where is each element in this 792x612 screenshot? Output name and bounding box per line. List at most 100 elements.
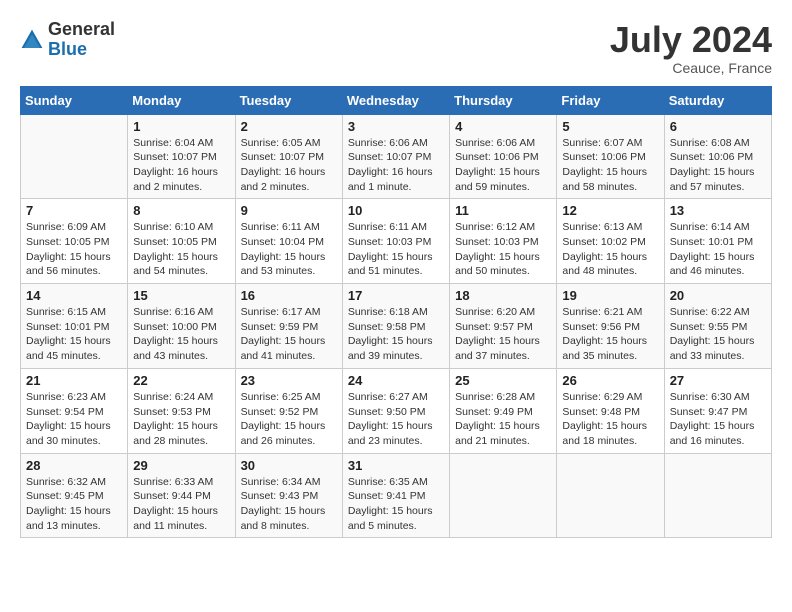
calendar-cell — [450, 453, 557, 538]
calendar-cell — [557, 453, 664, 538]
calendar-cell — [664, 453, 771, 538]
day-number: 2 — [241, 119, 337, 134]
logo-text: General Blue — [48, 20, 115, 60]
day-info: Sunrise: 6:24 AMSunset: 9:53 PMDaylight:… — [133, 390, 229, 449]
weekday-header-monday: Monday — [128, 86, 235, 114]
day-info: Sunrise: 6:25 AMSunset: 9:52 PMDaylight:… — [241, 390, 337, 449]
day-info: Sunrise: 6:35 AMSunset: 9:41 PMDaylight:… — [348, 475, 444, 534]
day-number: 26 — [562, 373, 658, 388]
day-number: 30 — [241, 458, 337, 473]
calendar-cell: 29 Sunrise: 6:33 AMSunset: 9:44 PMDayligh… — [128, 453, 235, 538]
calendar-cell: 15 Sunrise: 6:16 AMSunset: 10:00 PMDaylig… — [128, 284, 235, 369]
calendar-cell: 3Sunrise: 6:06 AMSunset: 10:07 PMDayligh… — [342, 114, 449, 199]
calendar-cell: 2Sunrise: 6:05 AMSunset: 10:07 PMDayligh… — [235, 114, 342, 199]
day-number: 1 — [133, 119, 229, 134]
calendar-cell: 13 Sunrise: 6:14 AMSunset: 10:01 PMDaylig… — [664, 199, 771, 284]
calendar-cell — [21, 114, 128, 199]
calendar-week-row: 7Sunrise: 6:09 AMSunset: 10:05 PMDayligh… — [21, 199, 772, 284]
day-number: 24 — [348, 373, 444, 388]
calendar-cell: 11 Sunrise: 6:12 AMSunset: 10:03 PMDaylig… — [450, 199, 557, 284]
day-info: Sunrise: 6:22 AMSunset: 9:55 PMDaylight:… — [670, 305, 766, 364]
day-info: Sunrise: 6:15 AMSunset: 10:01 PMDaylight… — [26, 305, 122, 364]
weekday-header-wednesday: Wednesday — [342, 86, 449, 114]
day-number: 29 — [133, 458, 229, 473]
calendar-cell: 17 Sunrise: 6:18 AMSunset: 9:58 PMDayligh… — [342, 284, 449, 369]
day-number: 28 — [26, 458, 122, 473]
day-info: Sunrise: 6:18 AMSunset: 9:58 PMDaylight:… — [348, 305, 444, 364]
location-label: Ceauce, France — [610, 60, 772, 76]
day-info: Sunrise: 6:11 AMSunset: 10:04 PMDaylight… — [241, 220, 337, 279]
calendar-cell: 28 Sunrise: 6:32 AMSunset: 9:45 PMDayligh… — [21, 453, 128, 538]
day-number: 10 — [348, 203, 444, 218]
day-number: 3 — [348, 119, 444, 134]
calendar-cell: 19 Sunrise: 6:21 AMSunset: 9:56 PMDayligh… — [557, 284, 664, 369]
day-number: 15 — [133, 288, 229, 303]
day-number: 9 — [241, 203, 337, 218]
day-info: Sunrise: 6:08 AMSunset: 10:06 PMDaylight… — [670, 136, 766, 195]
weekday-header-sunday: Sunday — [21, 86, 128, 114]
logo-general-label: General — [48, 20, 115, 40]
day-info: Sunrise: 6:16 AMSunset: 10:00 PMDaylight… — [133, 305, 229, 364]
calendar-cell: 9 Sunrise: 6:11 AMSunset: 10:04 PMDayligh… — [235, 199, 342, 284]
calendar-cell: 21Sunrise: 6:23 AMSunset: 9:54 PMDayligh… — [21, 368, 128, 453]
calendar-cell: 27Sunrise: 6:30 AMSunset: 9:47 PMDayligh… — [664, 368, 771, 453]
day-info: Sunrise: 6:10 AMSunset: 10:05 PMDaylight… — [133, 220, 229, 279]
calendar-week-row: 21Sunrise: 6:23 AMSunset: 9:54 PMDayligh… — [21, 368, 772, 453]
day-number: 20 — [670, 288, 766, 303]
calendar-cell: 7Sunrise: 6:09 AMSunset: 10:05 PMDayligh… — [21, 199, 128, 284]
calendar-week-row: 28 Sunrise: 6:32 AMSunset: 9:45 PMDayligh… — [21, 453, 772, 538]
calendar-cell: 25 Sunrise: 6:28 AMSunset: 9:49 PMDayligh… — [450, 368, 557, 453]
calendar-cell: 6Sunrise: 6:08 AMSunset: 10:06 PMDayligh… — [664, 114, 771, 199]
day-info: Sunrise: 6:27 AMSunset: 9:50 PMDaylight:… — [348, 390, 444, 449]
calendar-cell: 10 Sunrise: 6:11 AMSunset: 10:03 PMDaylig… — [342, 199, 449, 284]
day-info: Sunrise: 6:14 AMSunset: 10:01 PMDaylight… — [670, 220, 766, 279]
page-header: General Blue July 2024 Ceauce, France — [20, 20, 772, 76]
title-block: July 2024 Ceauce, France — [610, 20, 772, 76]
day-number: 12 — [562, 203, 658, 218]
day-number: 11 — [455, 203, 551, 218]
weekday-header-friday: Friday — [557, 86, 664, 114]
calendar-cell: 16Sunrise: 6:17 AMSunset: 9:59 PMDayligh… — [235, 284, 342, 369]
calendar-cell: 1 Sunrise: 6:04 AMSunset: 10:07 PMDayligh… — [128, 114, 235, 199]
day-info: Sunrise: 6:34 AMSunset: 9:43 PMDaylight:… — [241, 475, 337, 534]
day-info: Sunrise: 6:33 AMSunset: 9:44 PMDaylight:… — [133, 475, 229, 534]
calendar-cell: 22 Sunrise: 6:24 AMSunset: 9:53 PMDayligh… — [128, 368, 235, 453]
logo-blue-label: Blue — [48, 40, 115, 60]
day-info: Sunrise: 6:23 AMSunset: 9:54 PMDaylight:… — [26, 390, 122, 449]
day-number: 31 — [348, 458, 444, 473]
calendar-week-row: 14 Sunrise: 6:15 AMSunset: 10:01 PMDaylig… — [21, 284, 772, 369]
day-info: Sunrise: 6:04 AMSunset: 10:07 PMDaylight… — [133, 136, 229, 195]
calendar-cell: 14 Sunrise: 6:15 AMSunset: 10:01 PMDaylig… — [21, 284, 128, 369]
calendar-cell: 31 Sunrise: 6:35 AMSunset: 9:41 PMDayligh… — [342, 453, 449, 538]
day-number: 25 — [455, 373, 551, 388]
day-info: Sunrise: 6:06 AMSunset: 10:06 PMDaylight… — [455, 136, 551, 195]
logo: General Blue — [20, 20, 115, 60]
day-info: Sunrise: 6:07 AMSunset: 10:06 PMDaylight… — [562, 136, 658, 195]
day-info: Sunrise: 6:13 AMSunset: 10:02 PMDaylight… — [562, 220, 658, 279]
day-info: Sunrise: 6:32 AMSunset: 9:45 PMDaylight:… — [26, 475, 122, 534]
calendar-cell: 12 Sunrise: 6:13 AMSunset: 10:02 PMDaylig… — [557, 199, 664, 284]
day-number: 17 — [348, 288, 444, 303]
day-info: Sunrise: 6:11 AMSunset: 10:03 PMDaylight… — [348, 220, 444, 279]
weekday-header-tuesday: Tuesday — [235, 86, 342, 114]
calendar-week-row: 1 Sunrise: 6:04 AMSunset: 10:07 PMDayligh… — [21, 114, 772, 199]
day-number: 14 — [26, 288, 122, 303]
day-number: 4 — [455, 119, 551, 134]
calendar-cell: 26 Sunrise: 6:29 AMSunset: 9:48 PMDayligh… — [557, 368, 664, 453]
day-number: 22 — [133, 373, 229, 388]
day-number: 27 — [670, 373, 766, 388]
day-number: 19 — [562, 288, 658, 303]
day-number: 5 — [562, 119, 658, 134]
calendar-cell: 24 Sunrise: 6:27 AMSunset: 9:50 PMDayligh… — [342, 368, 449, 453]
day-info: Sunrise: 6:21 AMSunset: 9:56 PMDaylight:… — [562, 305, 658, 364]
day-number: 16 — [241, 288, 337, 303]
day-info: Sunrise: 6:12 AMSunset: 10:03 PMDaylight… — [455, 220, 551, 279]
weekday-header-saturday: Saturday — [664, 86, 771, 114]
calendar-cell: 4 Sunrise: 6:06 AMSunset: 10:06 PMDayligh… — [450, 114, 557, 199]
day-number: 8 — [133, 203, 229, 218]
day-info: Sunrise: 6:28 AMSunset: 9:49 PMDaylight:… — [455, 390, 551, 449]
calendar-cell: 30 Sunrise: 6:34 AMSunset: 9:43 PMDayligh… — [235, 453, 342, 538]
day-info: Sunrise: 6:20 AMSunset: 9:57 PMDaylight:… — [455, 305, 551, 364]
day-number: 13 — [670, 203, 766, 218]
day-info: Sunrise: 6:29 AMSunset: 9:48 PMDaylight:… — [562, 390, 658, 449]
